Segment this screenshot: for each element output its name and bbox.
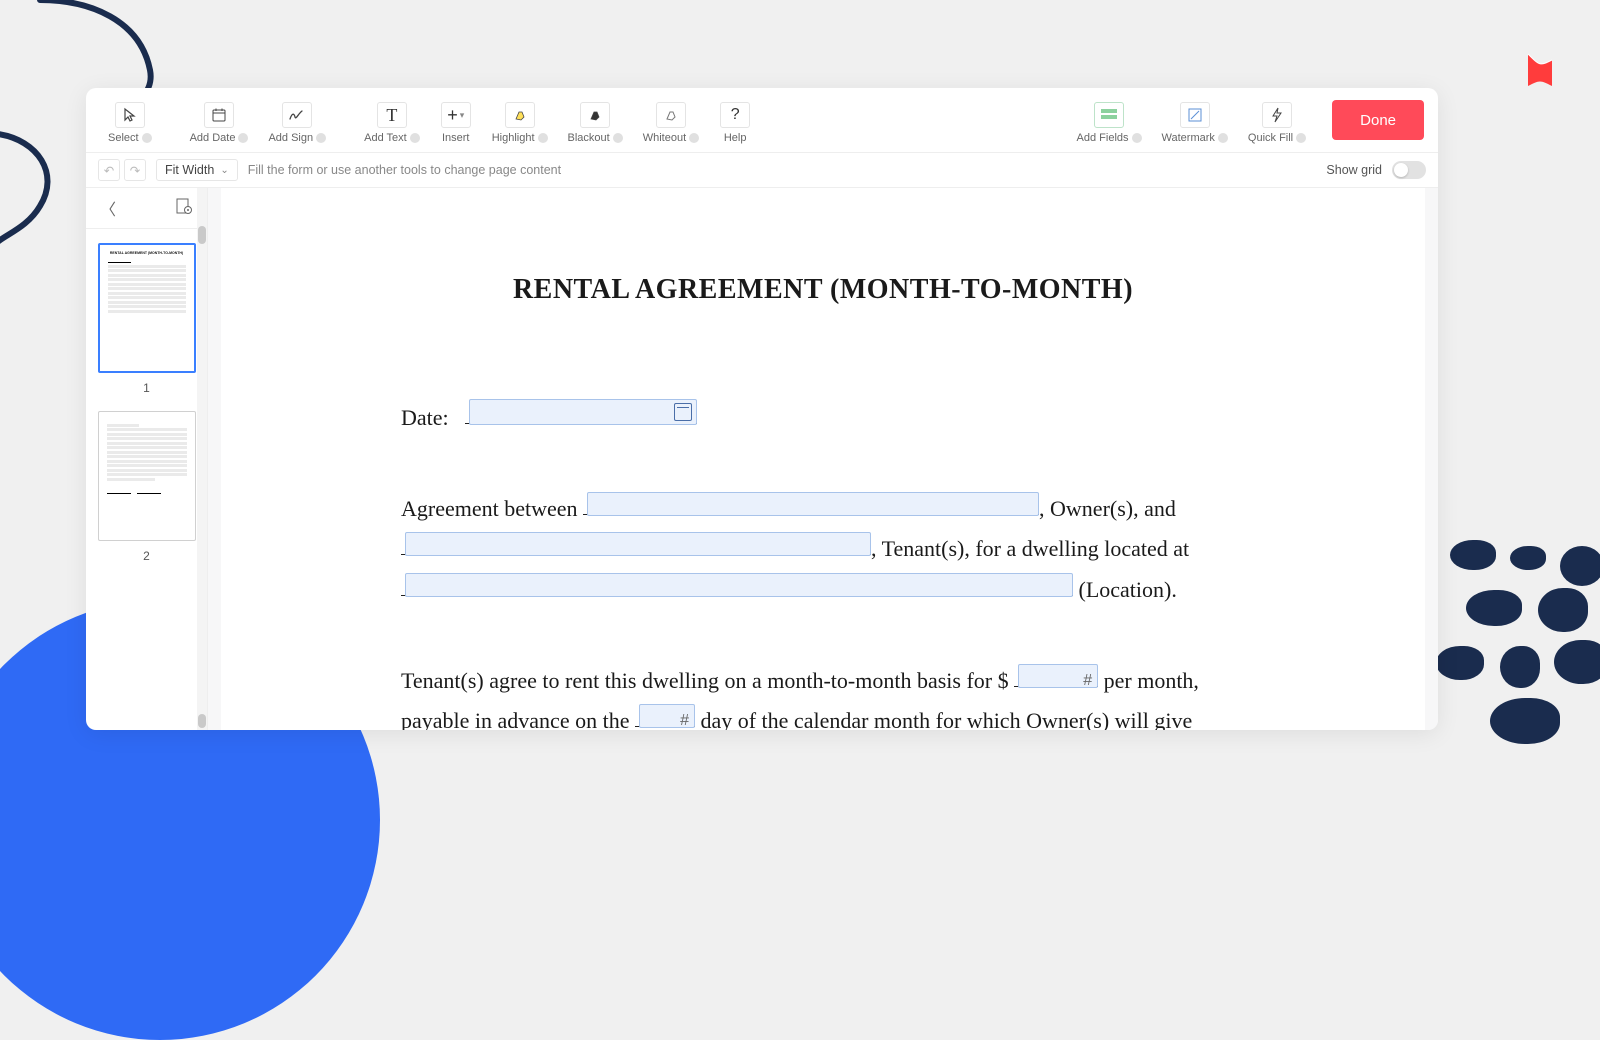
whiteout-label: Whiteout (643, 132, 686, 144)
tenant-field[interactable] (405, 532, 871, 556)
show-grid-label: Show grid (1326, 163, 1382, 177)
zoom-select[interactable]: Fit Width ⌄ (156, 159, 238, 181)
thumbnail-page-2[interactable] (98, 411, 196, 541)
highlight-label: Highlight (492, 132, 535, 144)
thumbnail-page-1[interactable]: RENTAL AGREEMENT (MONTH-TO-MONTH) (98, 243, 196, 373)
watermark-label: Watermark (1162, 132, 1215, 144)
hint-text: Fill the form or use another tools to ch… (248, 163, 561, 177)
help-label: Help (724, 132, 747, 144)
editor-window: Select Add Date Add Sign T Add Text +▾ I… (86, 88, 1438, 730)
add-sign-button[interactable]: Add Sign (260, 98, 334, 146)
whiteout-icon (656, 102, 686, 128)
watermark-icon (1180, 102, 1210, 128)
due-day-field[interactable]: # (639, 704, 695, 728)
insert-label: Insert (442, 132, 470, 144)
owner-field[interactable] (587, 492, 1039, 516)
rent-amount-field[interactable]: # (1018, 664, 1098, 688)
panel-back-button[interactable]: 〈 (100, 196, 116, 220)
undo-button[interactable]: ↶ (98, 159, 120, 181)
chevron-down-icon: ⌄ (220, 165, 228, 176)
thumbnail-label-2: 2 (96, 549, 197, 563)
quick-fill-button[interactable]: Quick Fill (1240, 98, 1314, 146)
insert-button[interactable]: +▾ Insert (432, 98, 480, 146)
select-button[interactable]: Select (100, 98, 160, 146)
thumbnail-label-1: 1 (96, 381, 197, 395)
decor-left (0, 130, 90, 250)
help-icon: ? (720, 102, 750, 128)
blackout-icon (580, 102, 610, 128)
add-sign-label: Add Sign (268, 132, 313, 144)
decor-right-spots (1430, 540, 1600, 760)
quick-fill-label: Quick Fill (1248, 132, 1293, 144)
blackout-label: Blackout (568, 132, 610, 144)
editor-body: 〈 RENTAL AGREEMENT (MONTH-TO-MONTH) 1 (86, 188, 1438, 730)
add-date-button[interactable]: Add Date (182, 98, 257, 146)
date-row: Date: (401, 398, 1245, 439)
highlight-icon (505, 102, 535, 128)
rent-paragraph: Tenant(s) agree to rent this dwelling on… (401, 661, 1245, 730)
calendar-picker-icon[interactable] (674, 403, 692, 421)
document-viewport[interactable]: RENTAL AGREEMENT (MONTH-TO-MONTH) Date: … (208, 188, 1438, 730)
add-date-label: Add Date (190, 132, 236, 144)
panel-settings-button[interactable] (175, 197, 193, 220)
blackout-button[interactable]: Blackout (560, 98, 631, 146)
agreement-paragraph: Agreement between , Owner(s), and , Tena… (401, 489, 1245, 611)
signature-icon (282, 102, 312, 128)
pdf-app-icon (1520, 50, 1560, 90)
select-label: Select (108, 132, 139, 144)
add-fields-label: Add Fields (1077, 132, 1129, 144)
panel-scrollbar[interactable] (197, 188, 207, 730)
add-text-button[interactable]: T Add Text (356, 98, 428, 146)
page-panel: 〈 RENTAL AGREEMENT (MONTH-TO-MONTH) 1 (86, 188, 208, 730)
add-text-label: Add Text (364, 132, 407, 144)
whiteout-button[interactable]: Whiteout (635, 98, 707, 146)
main-toolbar: Select Add Date Add Sign T Add Text +▾ I… (86, 88, 1438, 153)
fields-icon (1094, 102, 1124, 128)
text-icon: T (377, 102, 407, 128)
doc-title: RENTAL AGREEMENT (MONTH-TO-MONTH) (401, 274, 1245, 306)
location-field[interactable] (405, 573, 1073, 597)
highlight-button[interactable]: Highlight (484, 98, 556, 146)
date-field[interactable] (469, 399, 697, 425)
plus-icon: +▾ (441, 102, 471, 128)
add-fields-button[interactable]: Add Fields (1069, 98, 1150, 146)
bolt-icon (1262, 102, 1292, 128)
document-page: RENTAL AGREEMENT (MONTH-TO-MONTH) Date: … (221, 188, 1425, 730)
cursor-icon (115, 102, 145, 128)
thumbnails: RENTAL AGREEMENT (MONTH-TO-MONTH) 1 (86, 229, 207, 730)
calendar-icon (204, 102, 234, 128)
show-grid-toggle[interactable] (1392, 161, 1426, 179)
help-button[interactable]: ? Help (711, 98, 759, 146)
sub-toolbar: ↶ ↷ Fit Width ⌄ Fill the form or use ano… (86, 153, 1438, 188)
zoom-label: Fit Width (165, 163, 214, 177)
redo-button[interactable]: ↷ (124, 159, 146, 181)
done-button[interactable]: Done (1332, 100, 1424, 140)
date-label: Date: (401, 405, 449, 430)
watermark-button[interactable]: Watermark (1154, 98, 1236, 146)
